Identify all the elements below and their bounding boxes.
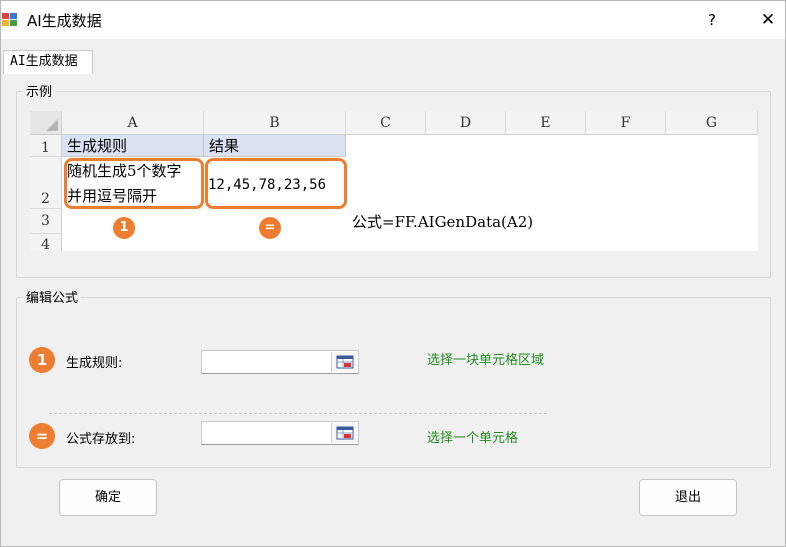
- range-select-icon: [336, 426, 354, 440]
- store-badge: =: [29, 423, 55, 449]
- example-spreadsheet: A B C D E F G 1 2 3 4 生成规则 结果 随机生成5个数字 并…: [30, 111, 758, 251]
- rule-hint: 选择一块单元格区域: [427, 353, 545, 368]
- ok-button[interactable]: 确定: [59, 479, 157, 516]
- window-title: AI生成数据: [27, 12, 102, 30]
- exit-button[interactable]: 退出: [639, 479, 737, 516]
- rule-badge: 1: [29, 347, 55, 373]
- column-header-f: F: [586, 111, 666, 135]
- title-bar: AI生成数据 ? ✕: [1, 1, 785, 39]
- column-header-d: D: [426, 111, 506, 135]
- example-group-title: 示例: [23, 81, 56, 100]
- column-header-c: C: [346, 111, 426, 135]
- edit-formula-group-title: 编辑公式: [23, 287, 82, 306]
- column-header-e: E: [506, 111, 586, 135]
- row-header-4: 4: [30, 234, 62, 251]
- row-header-3: 3: [30, 209, 62, 234]
- close-button[interactable]: ✕: [757, 9, 779, 31]
- row-header-1: 1: [30, 135, 62, 157]
- range-select-icon: [336, 355, 354, 369]
- store-hint: 选择一个单元格: [427, 431, 519, 446]
- cell-a1: 生成规则: [62, 135, 204, 157]
- badge-one: 1: [113, 217, 135, 239]
- tab-ai-generate[interactable]: AI生成数据: [3, 50, 93, 74]
- separator-line: [49, 413, 547, 414]
- help-button[interactable]: ?: [701, 9, 723, 31]
- column-header-b: B: [204, 111, 346, 135]
- store-label: 公式存放到:: [66, 432, 136, 447]
- select-all-corner: [30, 111, 62, 135]
- formula-text: 公式=FF.AIGenData(A2): [352, 213, 534, 231]
- column-header-g: G: [666, 111, 758, 135]
- app-icon: [2, 13, 17, 26]
- row-header-2: 2: [30, 157, 62, 209]
- column-header-a: A: [62, 111, 204, 135]
- rule-range-input[interactable]: [201, 350, 359, 374]
- cell-b1: 结果: [204, 135, 346, 157]
- dialog-window: AI生成数据 ? ✕ AI生成数据 示例 A B C D E F G 1 2 3…: [0, 0, 786, 547]
- rule-highlight-box: [64, 158, 204, 209]
- store-cell-picker-button[interactable]: [331, 423, 357, 443]
- result-highlight-box: [205, 158, 347, 209]
- rule-label: 生成规则:: [66, 356, 123, 371]
- badge-equals: =: [259, 217, 281, 239]
- rule-range-picker-button[interactable]: [331, 352, 357, 372]
- store-cell-input[interactable]: [201, 421, 359, 445]
